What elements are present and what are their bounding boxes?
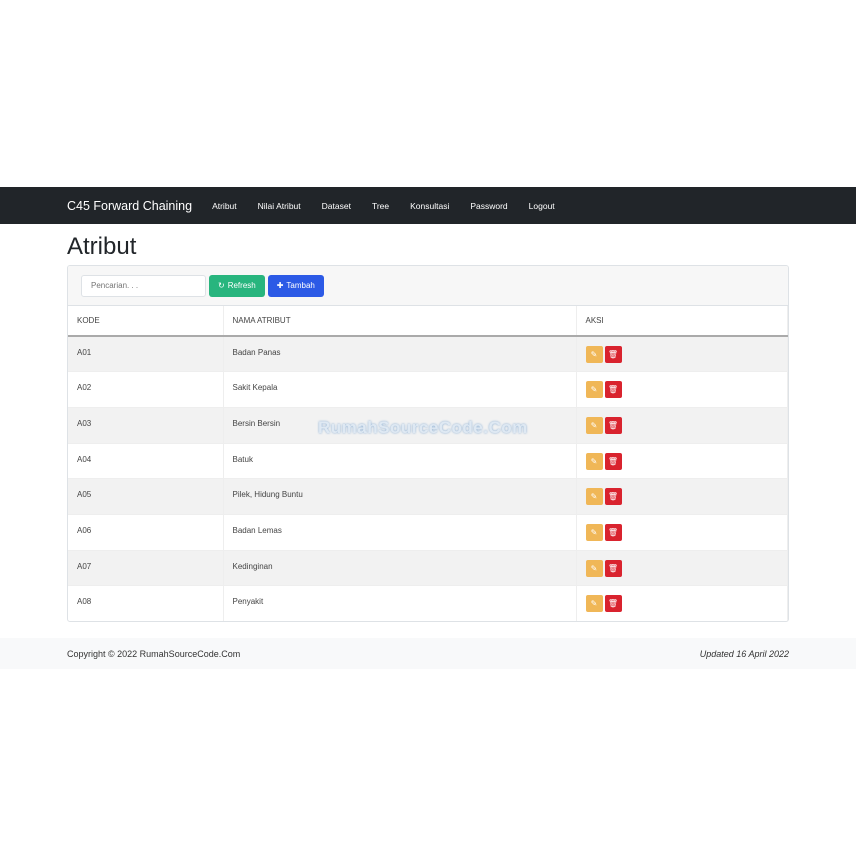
cell-aksi: ✎ 🗑 xyxy=(576,478,788,515)
cell-aksi: ✎ 🗑 xyxy=(576,514,788,551)
cell-nama: Kedinginan xyxy=(223,550,577,587)
cell-kode: A02 xyxy=(68,371,224,408)
nav-tree[interactable]: Tree xyxy=(372,201,389,211)
trash-icon[interactable]: 🗑 xyxy=(604,523,622,541)
attribute-table: KODE NAMA ATRIBUT AKSI A01 Badan Panas ✎ 🗑 A… xyxy=(68,306,788,621)
cell-nama: Badan Lemas xyxy=(223,514,577,551)
cell-aksi: ✎ 🗑 xyxy=(576,371,788,408)
cell-kode: A05 xyxy=(68,478,224,515)
table-row: A05 Pilek, Hidung Buntu ✎ 🗑 xyxy=(68,478,788,515)
edit-icon[interactable]: ✎ xyxy=(585,523,603,541)
nav-password[interactable]: Password xyxy=(470,201,507,211)
cell-aksi: ✎ 🗑 xyxy=(576,407,788,444)
cell-kode: A07 xyxy=(68,550,224,587)
watermark: RumahSourceCode.Com xyxy=(318,418,528,437)
header-kode: KODE xyxy=(68,306,224,337)
cell-nama: Batuk xyxy=(223,443,577,480)
cell-aksi: ✎ 🗑 xyxy=(576,585,788,621)
cell-nama: Sakit Kepala xyxy=(223,371,577,408)
cell-nama: Badan Panas xyxy=(223,336,577,373)
attribute-card: ↻Refresh ✚Tambah KODE NAMA ATRIBUT AKSI … xyxy=(67,265,789,622)
cell-nama: Pilek, Hidung Buntu xyxy=(223,478,577,515)
edit-icon[interactable]: ✎ xyxy=(585,452,603,470)
trash-icon[interactable]: 🗑 xyxy=(604,381,622,399)
refresh-button[interactable]: ↻ Refresh xyxy=(209,274,265,297)
footer: Copyright © 2022 RumahSourceCode.Com Upd… xyxy=(0,638,856,669)
edit-icon[interactable]: ✎ xyxy=(585,416,603,434)
trash-icon[interactable]: 🗑 xyxy=(604,452,622,470)
updated-date: Updated 16 April 2022 xyxy=(699,648,789,659)
cell-aksi: ✎ 🗑 xyxy=(576,443,788,480)
nav-logout[interactable]: Logout xyxy=(529,201,555,211)
header-aksi: AKSI xyxy=(576,306,788,337)
table-row: A02 Sakit Kepala ✎ 🗑 xyxy=(68,371,788,408)
table-row: A01 Badan Panas ✎ 🗑 xyxy=(68,336,788,373)
toolbar: ↻Refresh ✚Tambah xyxy=(68,266,788,306)
trash-icon[interactable]: 🗑 xyxy=(604,416,622,434)
cell-aksi: ✎ 🗑 xyxy=(576,336,788,373)
navbar: C45 Forward Chaining Atribut Nilai Atrib… xyxy=(0,187,856,224)
header-nama-atribut: NAMA ATRIBUT xyxy=(223,306,577,337)
edit-icon[interactable]: ✎ xyxy=(585,488,603,506)
edit-icon[interactable]: ✎ xyxy=(585,595,603,613)
cell-kode: A04 xyxy=(68,443,224,480)
edit-icon[interactable]: ✎ xyxy=(585,559,603,577)
nav-atribut[interactable]: Atribut xyxy=(212,201,237,211)
cell-aksi: ✎ 🗑 xyxy=(576,550,788,587)
cell-kode: A03 xyxy=(68,407,224,444)
cell-kode: A01 xyxy=(68,336,224,373)
page-title: Atribut xyxy=(67,233,137,260)
trash-icon[interactable]: 🗑 xyxy=(604,595,622,613)
cell-kode: A08 xyxy=(68,585,224,621)
nav-konsultasi[interactable]: Konsultasi xyxy=(410,201,449,211)
trash-icon[interactable]: 🗑 xyxy=(604,559,622,577)
cell-nama: Penyakit xyxy=(223,585,577,621)
table-row: A07 Kedinginan ✎ 🗑 xyxy=(68,550,788,587)
table-row: A04 Batuk ✎ 🗑 xyxy=(68,443,788,480)
add-label: Tambah xyxy=(286,281,315,290)
plus-icon: ✚ xyxy=(276,281,284,290)
nav-nilai-atribut[interactable]: Nilai Atribut xyxy=(258,201,301,211)
table-row: A06 Badan Lemas ✎ 🗑 xyxy=(68,514,788,551)
cell-kode: A06 xyxy=(68,514,224,551)
add-button[interactable]: ✚ Tambah xyxy=(267,274,324,297)
search-input[interactable] xyxy=(81,274,206,297)
trash-icon[interactable]: 🗑 xyxy=(604,346,622,363)
edit-icon[interactable]: ✎ xyxy=(585,346,603,363)
refresh-icon: ↻ xyxy=(218,281,225,290)
copyright: Copyright © 2022 RumahSourceCode.Com xyxy=(67,648,241,659)
trash-icon[interactable]: 🗑 xyxy=(604,488,622,506)
nav-dataset[interactable]: Dataset xyxy=(322,201,351,211)
brand[interactable]: C45 Forward Chaining xyxy=(67,199,192,213)
edit-icon[interactable]: ✎ xyxy=(585,381,603,399)
table-row: A08 Penyakit ✎ 🗑 xyxy=(68,585,788,621)
refresh-label: Refresh xyxy=(227,281,256,290)
